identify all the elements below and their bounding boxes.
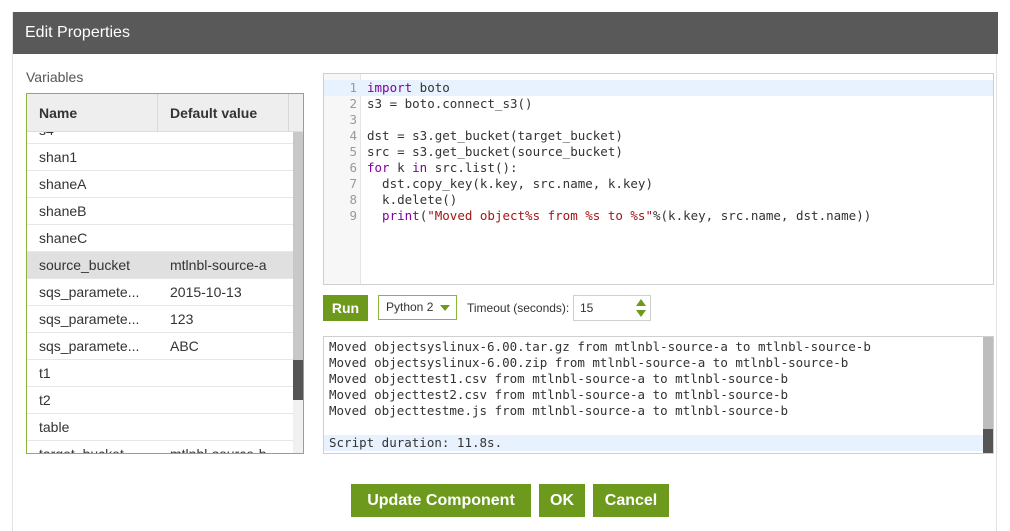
language-select[interactable]: Python 2 — [378, 295, 457, 320]
table-row[interactable]: shaneB — [27, 198, 293, 225]
line-number: 4 — [349, 128, 357, 143]
table-row-selected[interactable]: source_bucket mtlnbl-source-a — [27, 252, 293, 279]
variable-name: source_bucket — [39, 257, 131, 273]
code-text: boto — [412, 80, 450, 95]
variable-name: target_bucket — [39, 446, 149, 453]
table-row[interactable]: shaneC — [27, 225, 293, 252]
variables-table-header: Name Default value — [27, 94, 303, 132]
variables-label: Variables — [26, 69, 84, 85]
line-number: 1 — [349, 80, 357, 95]
variable-name: sqs_paramete... — [39, 284, 140, 300]
scrollbar-thumb[interactable] — [293, 360, 303, 400]
code-line[interactable]: 5 src = s3.get_bucket(source_bucket) — [324, 144, 993, 160]
table-row[interactable]: sqs_paramete... 2015-10-13 — [27, 279, 293, 306]
code-line[interactable]: 9 print("Moved object%s from %s to %s"%(… — [324, 208, 993, 224]
chevron-down-icon — [440, 305, 450, 311]
string-literal: "Moved object%s from %s to %s" — [427, 208, 653, 223]
scrollbar-track[interactable] — [293, 132, 303, 360]
variable-default: mtlnbl-source-b — [170, 446, 290, 453]
keyword: print — [367, 208, 420, 223]
cancel-button[interactable]: Cancel — [593, 484, 669, 517]
variable-name: shaneB — [39, 203, 87, 219]
variable-name: sqs_paramete... — [39, 311, 140, 327]
line-number: 3 — [349, 112, 357, 127]
table-row[interactable]: sqs_paramete... ABC — [27, 333, 293, 360]
table-row[interactable]: t1 — [27, 360, 293, 387]
variable-name: s4 — [39, 132, 149, 138]
code-line[interactable]: 1 import boto — [324, 80, 993, 96]
column-header-name[interactable]: Name — [39, 105, 77, 121]
line-number: 5 — [349, 144, 357, 159]
scrollbar-thumb[interactable] — [983, 429, 993, 453]
keyword: import — [367, 80, 413, 95]
variable-name: shan1 — [39, 149, 78, 165]
code-line[interactable]: 3 — [324, 112, 993, 128]
variable-name: shaneA — [39, 176, 87, 192]
line-number: 2 — [349, 96, 357, 111]
table-row[interactable]: sqs_paramete... 123 — [27, 306, 293, 333]
variable-name: table — [39, 419, 70, 435]
table-row[interactable]: shan1 — [27, 144, 293, 171]
code-line[interactable]: 2 s3 = boto.connect_s3() — [324, 96, 993, 112]
output-line: Moved objectsyslinux-6.00.zip from mtlnb… — [329, 355, 849, 370]
code-text: src = s3.get_bucket(source_bucket) — [367, 144, 623, 159]
code-text: dst = s3.get_bucket(target_bucket) — [367, 128, 623, 143]
spin-down-icon[interactable] — [636, 310, 646, 317]
code-text: k — [389, 160, 413, 175]
variable-default: ABC — [170, 338, 199, 354]
variable-name: t1 — [39, 365, 51, 381]
script-output[interactable]: Moved objectsyslinux-6.00.tar.gz from mt… — [323, 336, 994, 454]
line-number: 6 — [349, 160, 357, 175]
line-number: 7 — [349, 176, 357, 191]
table-row[interactable]: shaneA — [27, 171, 293, 198]
keyword: in — [412, 160, 428, 175]
code-text: src.list(): — [427, 160, 518, 175]
run-button[interactable]: Run — [323, 295, 368, 321]
code-line[interactable]: 4 dst = s3.get_bucket(target_bucket) — [324, 128, 993, 144]
table-row[interactable]: t2 — [27, 387, 293, 414]
language-value: Python 2 — [386, 300, 434, 314]
table-row[interactable]: target_bucket mtlnbl-source-b — [27, 441, 293, 453]
output-line: Moved objecttest2.csv from mtlnbl-source… — [329, 387, 789, 402]
variable-default: mtlnbl-source-a — [170, 257, 267, 273]
variable-name: sqs_paramete... — [39, 338, 140, 354]
keyword: for — [367, 160, 390, 175]
line-number: 8 — [349, 192, 357, 207]
script-duration: Script duration: 11.8s. — [324, 435, 983, 451]
timeout-input[interactable]: 15 — [573, 295, 651, 321]
timeout-value: 15 — [580, 301, 594, 315]
code-line[interactable]: 8 k.delete() — [324, 192, 993, 208]
variables-scrollbar[interactable] — [293, 132, 303, 453]
variable-default: 123 — [170, 311, 194, 327]
scrollbar-track[interactable] — [983, 337, 993, 429]
output-line: Moved objecttest1.csv from mtlnbl-source… — [329, 371, 789, 386]
variable-name: shaneC — [39, 230, 88, 246]
ok-button[interactable]: OK — [539, 484, 585, 517]
variables-table-body: s4 shan1 shaneA shaneB shaneC source_buc… — [27, 132, 293, 453]
code-line[interactable]: 7 dst.copy_key(k.key, src.name, k.key) — [324, 176, 993, 192]
code-line[interactable]: 6 for k in src.list(): — [324, 160, 993, 176]
output-line: Moved objectsyslinux-6.00.tar.gz from mt… — [329, 339, 871, 354]
code-text: %(k.key, src.name, dst.name)) — [653, 208, 872, 223]
code-text: dst.copy_key(k.key, src.name, k.key) — [367, 176, 653, 191]
table-row[interactable]: s4 — [27, 132, 293, 144]
line-number: 9 — [349, 208, 357, 223]
spin-up-icon[interactable] — [636, 299, 646, 306]
dialog-title: Edit Properties — [13, 12, 998, 54]
output-line: Moved objecttestme.js from mtlnbl-source… — [329, 403, 789, 418]
timeout-label: Timeout (seconds): — [467, 301, 570, 315]
variable-default: 2015-10-13 — [170, 284, 242, 300]
code-editor[interactable]: 1 import boto 2 s3 = boto.connect_s3() 3… — [323, 73, 994, 285]
table-row[interactable]: table — [27, 414, 293, 441]
code-text: k.delete() — [367, 192, 458, 207]
column-header-default-value[interactable]: Default value — [170, 105, 257, 121]
code-text: s3 = boto.connect_s3() — [367, 96, 533, 111]
variable-name: t2 — [39, 392, 51, 408]
variables-table: Name Default value s4 shan1 shaneA shane… — [26, 93, 304, 454]
update-component-button[interactable]: Update Component — [351, 484, 531, 517]
output-scrollbar[interactable] — [983, 337, 993, 453]
edit-properties-dialog: Edit Properties Variables Name Default v… — [12, 12, 998, 531]
